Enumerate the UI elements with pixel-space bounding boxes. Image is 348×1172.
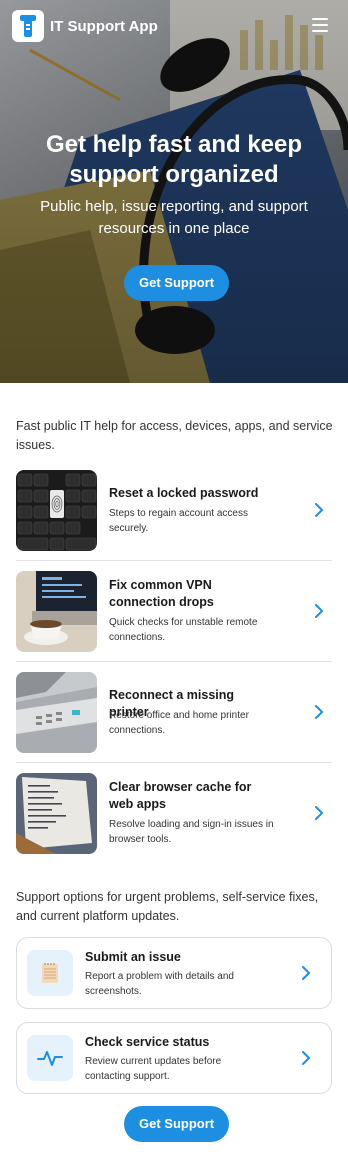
guide-description: Quick checks for unstable remote connect… xyxy=(109,617,258,643)
support-intro: Support options for urgent problems, sel… xyxy=(16,890,319,923)
chevron-right-icon[interactable] xyxy=(301,1051,311,1065)
top-bar: IT Support App xyxy=(0,0,348,52)
guide-item-browser-cache[interactable]: Clear browser cache for web apps Resolve… xyxy=(16,763,332,864)
code-paper-image xyxy=(16,773,97,854)
submit-issue-card[interactable]: Submit an issue Report a problem with de… xyxy=(16,937,332,1009)
card-title: Submit an issue xyxy=(85,950,181,964)
app-title[interactable]: IT Support App xyxy=(50,18,158,35)
guide-title: Reset a locked password xyxy=(109,486,259,500)
pulse-icon xyxy=(27,1035,73,1081)
wrench-logo-icon[interactable] xyxy=(12,10,44,42)
chevron-right-icon[interactable] xyxy=(314,503,324,517)
service-status-card[interactable]: Check service status Review current upda… xyxy=(16,1022,332,1094)
card-title: Check service status xyxy=(85,1035,210,1049)
get-support-button[interactable]: Get Support xyxy=(124,265,230,301)
card-description: Report a problem with details and screen… xyxy=(85,971,234,997)
guide-item-printer[interactable]: Reconnect a missing printer Restore offi… xyxy=(16,662,332,763)
chevron-right-icon[interactable] xyxy=(301,966,311,980)
get-support-button-bottom[interactable]: Get Support xyxy=(124,1106,230,1142)
guide-description: Restore office and home printer connecti… xyxy=(109,710,249,736)
keyboard-fingerprint-image xyxy=(16,470,97,551)
guide-title: Clear browser cache for web apps xyxy=(109,780,252,811)
guide-item-vpn[interactable]: Fix common VPN connection drops Quick ch… xyxy=(16,561,332,662)
hero-content: Get help fast and keep support organized… xyxy=(0,130,348,240)
hamburger-menu-icon[interactable] xyxy=(312,18,328,32)
guide-title: Fix common VPN connection drops xyxy=(109,578,214,609)
chevron-right-icon[interactable] xyxy=(314,806,324,820)
hero-subtitle: Public help, issue reporting, and suppor… xyxy=(40,198,308,237)
guide-description: Resolve loading and sign-in issues in br… xyxy=(109,819,274,845)
laptop-coffee-image xyxy=(16,571,97,652)
chevron-right-icon[interactable] xyxy=(314,604,324,618)
chevron-right-icon[interactable] xyxy=(314,705,324,719)
guides-intro: Fast public IT help for access, devices,… xyxy=(16,419,333,452)
guide-description: Steps to regain account access securely. xyxy=(109,508,248,534)
card-description: Review current updates before contacting… xyxy=(85,1056,222,1082)
hero-title: Get help fast and keep support organized xyxy=(45,131,303,188)
guide-list: Reset a locked password Steps to regain … xyxy=(16,460,332,864)
guide-item-password[interactable]: Reset a locked password Steps to regain … xyxy=(16,460,332,561)
notepad-icon xyxy=(27,950,73,996)
hero-section: IT Support App Get help fast and keep su… xyxy=(0,0,348,383)
printer-image xyxy=(16,672,97,753)
